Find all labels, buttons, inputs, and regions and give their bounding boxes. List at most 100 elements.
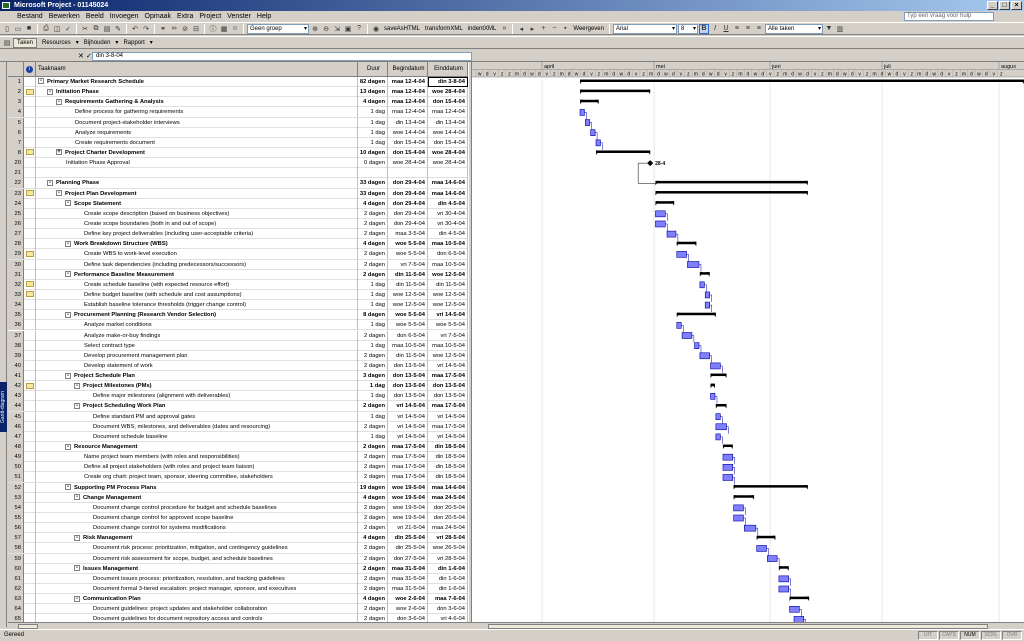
row-id[interactable]: 44 [8, 401, 24, 412]
start-cell[interactable]: maa 12-4-04 [388, 77, 428, 87]
start-cell[interactable]: vri 14-5-04 [388, 421, 428, 432]
goto-task-icon[interactable]: ⇲ [332, 24, 342, 34]
start-cell[interactable]: woe 28-4-04 [388, 158, 428, 169]
unlink-tasks-icon[interactable]: ⊘ [180, 24, 190, 34]
row-id[interactable]: 5 [8, 117, 24, 128]
finish-cell[interactable]: don 13-5-04 [428, 381, 468, 392]
duration-cell[interactable]: 2 dagen [358, 249, 388, 260]
task-name-cell[interactable]: Establish baseline tolerance thresholds … [36, 300, 358, 311]
start-cell[interactable]: woe 5-5-04 [388, 239, 428, 250]
finish-cell[interactable]: maa 17-5-04 [428, 421, 468, 432]
task-row[interactable]: 65 Document guidelines for document repos… [8, 614, 468, 622]
task-bar[interactable] [699, 281, 705, 289]
collapse-icon[interactable]: - [74, 402, 80, 409]
task-name-cell[interactable]: Select contract type [36, 340, 358, 351]
row-id[interactable]: 64 [8, 604, 24, 615]
finish-cell[interactable]: vri 14-5-04 [428, 360, 468, 371]
duration-cell[interactable]: 1 dag [358, 289, 388, 300]
arrow-right-icon[interactable]: ▸ [527, 24, 537, 34]
duration-cell[interactable] [358, 168, 388, 179]
row-id[interactable]: 8 [8, 147, 24, 158]
start-cell[interactable]: don 29-4-04 [388, 178, 428, 189]
summary-bar[interactable] [733, 485, 808, 488]
row-id[interactable]: 65 [8, 614, 24, 622]
task-name-cell[interactable]: Define task dependencies (including pred… [36, 259, 358, 270]
task-bar[interactable] [681, 332, 693, 339]
task-name-cell[interactable]: Analyze requirements [36, 127, 358, 138]
guide-tracking-button[interactable]: Bijhouden [80, 38, 115, 48]
task-bar[interactable] [595, 139, 601, 147]
start-cell[interactable]: din 25-5-04 [388, 543, 428, 554]
finish-cell[interactable]: din 4-5-04 [428, 198, 468, 209]
finish-cell[interactable]: din 11-5-04 [428, 279, 468, 290]
task-bar[interactable] [743, 524, 757, 532]
collapse-icon[interactable]: - [65, 484, 71, 491]
project-guide-icon[interactable]: ▤ [2, 38, 12, 48]
link-tasks-icon[interactable]: ∞ [169, 24, 179, 34]
finish-cell[interactable]: woe 12-5-04 [428, 300, 468, 311]
task-name-cell[interactable]: Document change control for systems modi… [36, 523, 358, 534]
finish-cell[interactable]: vri 7-5-04 [428, 330, 468, 341]
task-bar[interactable] [590, 129, 596, 136]
finish-cell[interactable]: maa 10-5-04 [428, 259, 468, 270]
task-bar[interactable] [778, 575, 789, 583]
summary-bar[interactable] [595, 150, 651, 153]
task-name-cell[interactable]: Define key project deliverables (includi… [36, 229, 358, 240]
copy-icon[interactable]: ⧉ [91, 24, 101, 34]
row-id[interactable]: 46 [8, 421, 24, 432]
save-icon[interactable]: ■ [24, 24, 34, 34]
start-cell[interactable]: don 29-4-04 [388, 198, 428, 209]
row-id[interactable]: 2 [8, 87, 24, 98]
finish-cell[interactable]: maa 24-5-04 [428, 523, 468, 534]
task-row[interactable]: 42- Project Milestones (PMs) 1 dag don 13-5… [8, 381, 468, 392]
task-row[interactable]: 49 Name project team members (with roles … [8, 452, 468, 463]
duration-cell[interactable]: 2 dagen [358, 452, 388, 463]
align-left-icon[interactable]: ≡ [732, 24, 742, 34]
row-id[interactable]: 47 [8, 431, 24, 442]
task-row[interactable]: 60- Issues Management 2 dagen maa 31-5-04 di… [8, 563, 468, 574]
summary-bar[interactable] [580, 79, 1024, 83]
task-name-cell[interactable]: Create org chart: project team, sponsor,… [36, 472, 358, 483]
menu-window[interactable]: Venster [224, 11, 254, 22]
start-cell[interactable]: don 13-5-04 [388, 371, 428, 382]
task-row[interactable]: 23- Project Plan Development 33 dagen don 2… [8, 188, 468, 199]
start-cell[interactable]: maa 17-5-04 [388, 472, 428, 483]
task-name-cell[interactable]: - Project Plan Development [36, 188, 358, 199]
start-cell[interactable]: woe 12-5-04 [388, 289, 428, 300]
task-name-cell[interactable] [36, 168, 358, 179]
start-cell[interactable]: din 11-5-04 [388, 350, 428, 361]
split-task-icon[interactable]: ⊟ [191, 24, 201, 34]
task-row[interactable]: 50 Define all project stakeholders (with … [8, 462, 468, 473]
gantt-wizard-icon[interactable]: ▥ [835, 24, 845, 34]
task-row[interactable]: 39 Develop procurement management plan 2 d… [8, 350, 468, 361]
start-cell[interactable]: maa 3-5-04 [388, 229, 428, 240]
finish-cell[interactable]: woe 28-4-04 [428, 87, 468, 98]
task-name-cell[interactable]: + Project Charter Development [36, 147, 358, 158]
finish-cell[interactable]: din 1-6-04 [428, 573, 468, 584]
task-row[interactable]: 61 Document issues process: prioritizatio… [8, 573, 468, 584]
row-id[interactable]: 31 [8, 269, 24, 280]
duration-cell[interactable]: 1 dag [358, 137, 388, 148]
duration-cell[interactable]: 3 dagen [358, 371, 388, 382]
task-row[interactable]: 48- Resource Management 2 dagen maa 17-5-04… [8, 442, 468, 453]
start-cell[interactable]: maa 31-5-04 [388, 573, 428, 584]
task-name-cell[interactable]: Document risk assessment for scope, budg… [36, 553, 358, 564]
duration-cell[interactable]: 4 dagen [358, 198, 388, 209]
duration-cell[interactable]: 4 dagen [358, 239, 388, 250]
finish-cell[interactable]: maa 7-6-04 [428, 594, 468, 605]
start-cell[interactable]: don 29-4-04 [388, 218, 428, 229]
task-name-cell[interactable]: Define process for gathering requirement… [36, 107, 358, 118]
finish-header[interactable]: Einddatum [428, 62, 468, 77]
task-name-header[interactable]: Taaknaam [36, 62, 358, 77]
task-row[interactable]: 55 Document change control for approved s… [8, 513, 468, 524]
task-bar[interactable] [715, 433, 721, 441]
finish-cell[interactable]: woe 26-5-04 [428, 543, 468, 554]
collapse-icon[interactable]: - [56, 190, 62, 196]
task-name-cell[interactable]: Define all project stakeholders (with ro… [36, 462, 358, 473]
task-row[interactable]: 33 Define budget baseline (with schedule … [8, 289, 468, 301]
task-name-cell[interactable]: Document guidelines for document reposit… [36, 614, 358, 622]
summary-bar[interactable] [733, 495, 755, 498]
row-id[interactable]: 28 [8, 239, 24, 250]
task-row[interactable]: 30 Define task dependencies (including pr… [8, 259, 468, 270]
minimize-icon[interactable]: _ [987, 1, 998, 10]
